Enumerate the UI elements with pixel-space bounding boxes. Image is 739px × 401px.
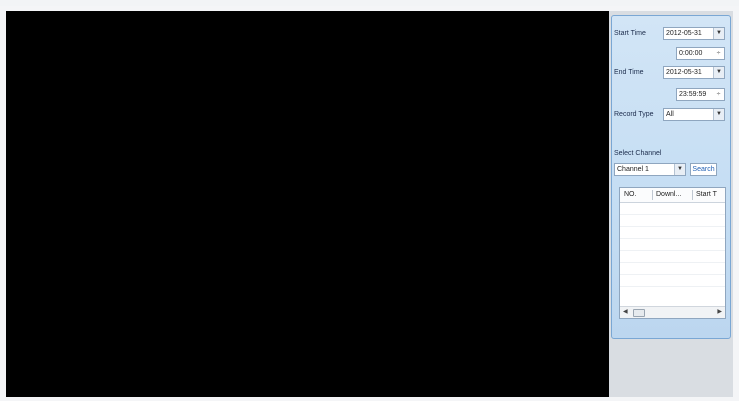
end-time-value: 23:59:59 [679, 91, 707, 98]
start-date-value: 2012-05-31 [666, 30, 702, 37]
horizontal-scrollbar[interactable]: ◀ ▶ [620, 306, 725, 318]
chevron-down-icon[interactable]: ▼ [713, 67, 724, 78]
video-playback-area[interactable] [6, 11, 609, 397]
column-divider[interactable] [652, 190, 653, 200]
spin-updown-icon[interactable]: ÷ [714, 48, 723, 59]
table-row-line [620, 262, 725, 263]
channel-select[interactable]: Channel 1 ▼ [614, 163, 686, 176]
arrow-right-icon[interactable]: ▶ [717, 307, 722, 318]
end-time-label: End Time [614, 69, 644, 76]
end-date-value: 2012-05-31 [666, 69, 702, 76]
column-header-start-time[interactable]: Start T [696, 188, 725, 202]
channel-value: Channel 1 [617, 166, 649, 173]
start-time-value: 0:00:00 [679, 50, 703, 57]
window-top-edge [0, 0, 739, 6]
spin-updown-icon[interactable]: ÷ [714, 89, 723, 100]
select-channel-label: Select Channel [614, 150, 662, 157]
table-row-line [620, 214, 725, 215]
table-row-line [620, 286, 725, 287]
start-time-label: Start Time [614, 30, 646, 37]
end-date-picker[interactable]: 2012-05-31 ▼ [663, 66, 725, 79]
table-row-line [620, 250, 725, 251]
record-type-select[interactable]: All ▼ [663, 108, 725, 121]
table-header: NO. Downl... Start T [620, 188, 725, 203]
results-table[interactable]: NO. Downl... Start T ◀ ▶ [619, 187, 726, 319]
start-time-spinner[interactable]: 0:00:00 ÷ [676, 47, 725, 60]
chevron-down-icon[interactable]: ▼ [713, 109, 724, 120]
column-header-no[interactable]: NO. [624, 188, 650, 202]
search-button[interactable]: Search [690, 163, 717, 176]
record-type-label: Record Type [614, 111, 654, 118]
end-time-spinner[interactable]: 23:59:59 ÷ [676, 88, 725, 101]
chevron-down-icon[interactable]: ▼ [713, 28, 724, 39]
record-type-value: All [666, 111, 674, 118]
table-row-line [620, 226, 725, 227]
scrollbar-thumb[interactable] [633, 309, 645, 317]
start-date-picker[interactable]: 2012-05-31 ▼ [663, 27, 725, 40]
table-row-line [620, 238, 725, 239]
column-divider[interactable] [692, 190, 693, 200]
arrow-left-icon[interactable]: ◀ [623, 307, 628, 318]
table-row-line [620, 274, 725, 275]
chevron-down-icon[interactable]: ▼ [674, 164, 685, 175]
column-header-download[interactable]: Downl... [656, 188, 690, 202]
